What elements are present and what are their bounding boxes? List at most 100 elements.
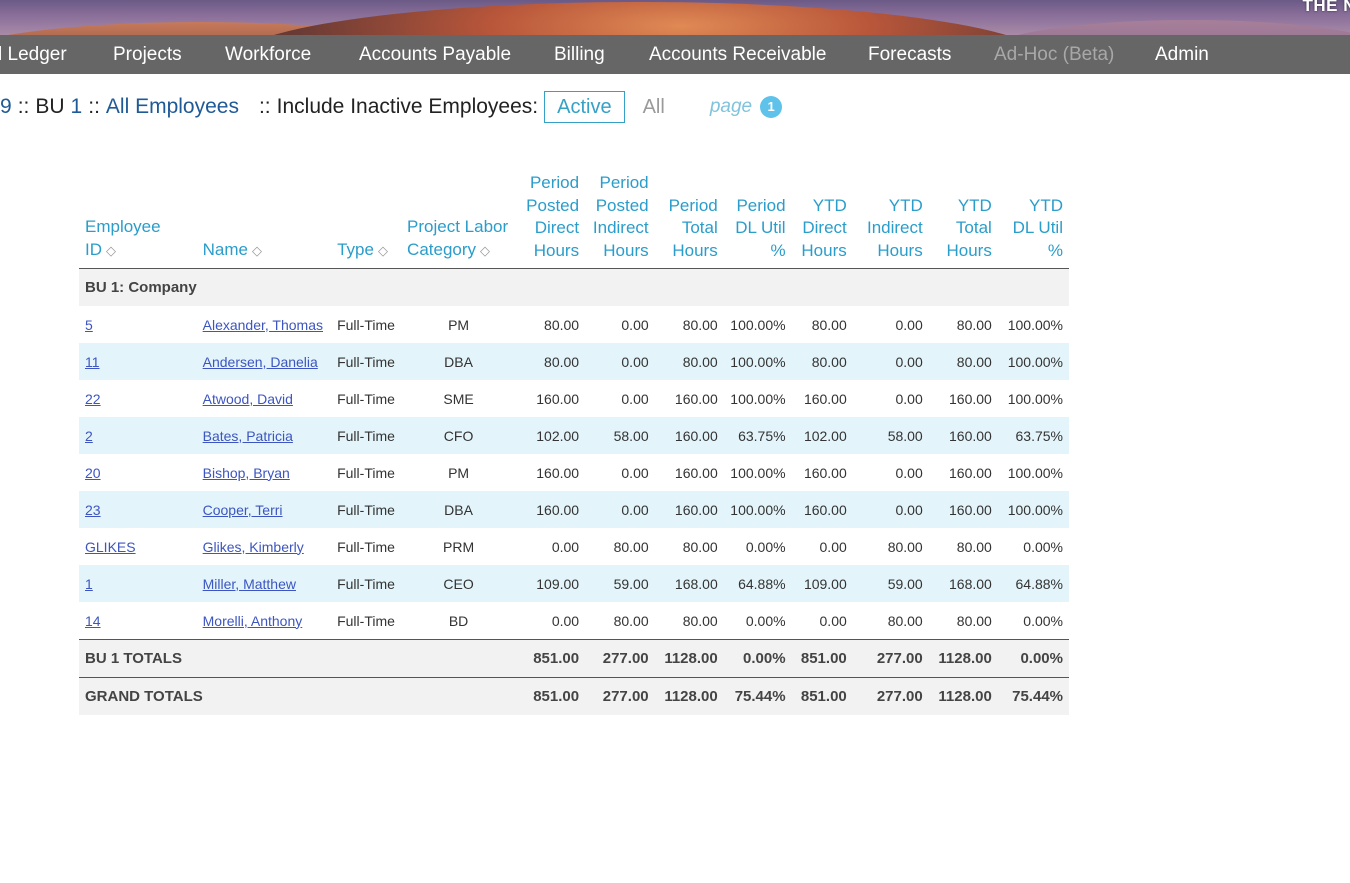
sort-updown-icon[interactable]: ◇ — [480, 243, 490, 258]
hours-cell-y-indirect: 80.00 — [887, 538, 923, 555]
page-label: page — [709, 96, 753, 117]
nav-item-forecasts[interactable]: Forecasts — [868, 35, 951, 74]
employee-name-cell: Atwood, David — [197, 380, 331, 417]
col-header-ytd-direct: YTD Direct Hours — [791, 172, 853, 269]
hours-cell-p-indirect: 59.00 — [585, 565, 655, 602]
total-cell-y-util: 75.44% — [997, 677, 1069, 715]
employee-name-link[interactable]: Morelli, Anthony — [203, 613, 303, 629]
hours-cell-y-indirect: 0.00 — [895, 390, 923, 407]
total-cell-y-indirect: 277.00 — [852, 677, 929, 715]
employee-name-link[interactable]: Andersen, Danelia — [203, 354, 318, 370]
banner-landscape — [230, 2, 1050, 35]
labor-category: CEO — [401, 565, 517, 602]
banner-landscape — [980, 20, 1350, 35]
hours-cell-p-total: 160.00 — [654, 491, 724, 528]
hours-cell-p-indirect: 0.00 — [585, 343, 655, 380]
employee-name-link[interactable]: Atwood, David — [203, 391, 293, 407]
col-header-employee-id[interactable]: Employee ID ◇ — [79, 172, 197, 269]
employee-name-link[interactable]: Glikes, Kimberly — [203, 539, 304, 555]
total-cell-y-total: 1128.00 — [928, 639, 998, 678]
nav-item-accounts-receivable[interactable]: Accounts Receivable — [649, 35, 826, 74]
hours-cell-p-util: 100.00% — [723, 343, 792, 380]
sort-updown-icon[interactable]: ◇ — [378, 243, 388, 258]
employee-id-cell: 2 — [79, 417, 197, 454]
hours-cell-y-util: 0.00% — [1023, 538, 1063, 555]
labor-category: PM — [448, 464, 470, 481]
employee-id-link[interactable]: GLIKES — [85, 539, 136, 555]
employee-name-link[interactable]: Cooper, Terri — [203, 502, 283, 518]
hours-cell-y-total: 160.00 — [928, 417, 998, 454]
page-number-button[interactable]: 1 — [760, 96, 783, 118]
employee-id-cell: 23 — [79, 491, 197, 528]
col-header-period-direct: Period Posted Direct Hours — [516, 172, 586, 269]
filter-active-button[interactable]: Active — [544, 91, 625, 123]
sort-updown-icon[interactable]: ◇ — [252, 243, 262, 258]
hours-cell-p-indirect: 80.00 — [613, 538, 649, 555]
total-cell-y-util: 0.00% — [997, 639, 1069, 678]
hours-cell-y-total: 160.00 — [928, 491, 998, 528]
nav-item-general-ledger[interactable]: l Ledger — [0, 35, 67, 74]
sort-updown-icon[interactable]: ◇ — [106, 243, 116, 258]
col-header-type[interactable]: Type ◇ — [331, 172, 402, 269]
hours-cell-y-direct: 0.00 — [819, 538, 847, 555]
employee-name-cell: Morelli, Anthony — [197, 602, 331, 640]
hours-cell-p-direct: 80.00 — [544, 316, 580, 333]
employee-name-link[interactable]: Bishop, Bryan — [203, 465, 290, 481]
breadcrumb-bu-link[interactable]: 1 — [71, 95, 83, 119]
hours-cell-p-util: 100.00% — [730, 464, 786, 481]
labor-category: SME — [443, 390, 474, 407]
employee-name-link[interactable]: Alexander, Thomas — [203, 317, 323, 333]
col-header-period-util: Period DL Util % — [723, 172, 792, 269]
hours-cell-y-util: 100.00% — [1007, 464, 1063, 481]
employee-type: Full-Time — [337, 390, 395, 407]
employee-id-link[interactable]: 2 — [85, 428, 93, 444]
hours-cell-p-total: 80.00 — [682, 316, 718, 333]
brand-logo-text: THE N — [1302, 0, 1350, 15]
breadcrumb-employees-link[interactable]: All Employees — [106, 95, 239, 119]
hours-cell-p-direct: 109.00 — [516, 565, 586, 602]
total-cell-y-direct: 851.00 — [791, 677, 853, 715]
hours-cell-p-indirect: 0.00 — [585, 491, 655, 528]
employee-id-link[interactable]: 1 — [85, 576, 93, 592]
col-header-plc[interactable]: Project Labor Category ◇ — [401, 172, 517, 269]
hours-cell-y-total: 160.00 — [949, 464, 992, 481]
labor-category: PM — [448, 316, 470, 333]
employee-id-link[interactable]: 11 — [85, 354, 100, 370]
hours-cell-p-direct: 80.00 — [516, 343, 586, 380]
hours-cell-y-util: 100.00% — [1007, 390, 1063, 407]
nav-item-admin[interactable]: Admin — [1155, 35, 1209, 74]
hours-cell-p-total: 160.00 — [654, 417, 724, 454]
employee-id-link[interactable]: 20 — [85, 465, 101, 481]
employee-id-link[interactable]: 5 — [85, 317, 93, 333]
col-header-name[interactable]: Name ◇ — [196, 172, 332, 269]
hours-cell-p-direct: 160.00 — [536, 390, 580, 407]
employee-id-link[interactable]: 14 — [85, 613, 101, 629]
employee-name-link[interactable]: Bates, Patricia — [203, 428, 293, 444]
nav-item-projects[interactable]: Projects — [113, 35, 182, 74]
employee-id-link[interactable]: 22 — [85, 391, 101, 407]
nav-item-accounts-payable[interactable]: Accounts Payable — [359, 35, 511, 74]
filter-all-button[interactable]: All — [643, 96, 665, 119]
employee-id-cell: 20 — [79, 454, 197, 491]
hours-cell-p-direct: 160.00 — [516, 491, 586, 528]
hours-cell-p-total: 168.00 — [654, 565, 724, 602]
table-row: 1 Miller, Matthew Full-Time CEO 109.00 59.00 1… — [79, 565, 1069, 602]
table-row: 23 Cooper, Terri Full-Time DBA 160.00 0.00 160… — [79, 491, 1069, 528]
hours-cell-p-total: 160.00 — [674, 464, 718, 481]
hours-cell-y-total: 80.00 — [956, 316, 992, 333]
breadcrumb-period-link[interactable]: 9 — [0, 95, 12, 119]
employee-id-link[interactable]: 23 — [85, 502, 101, 518]
employee-id-cell: 14 — [79, 602, 197, 640]
employee-name-link[interactable]: Miller, Matthew — [203, 576, 296, 592]
total-cell-y-direct: 851.00 — [791, 639, 853, 678]
labor-category: BD — [448, 612, 469, 629]
nav-item-billing[interactable]: Billing — [554, 35, 605, 74]
hours-cell-y-util: 0.00% — [1023, 612, 1063, 629]
hours-cell-y-util: 64.88% — [997, 565, 1069, 602]
nav-item-workforce[interactable]: Workforce — [225, 35, 311, 74]
employee-type: Full-Time — [331, 343, 402, 380]
employee-type: Full-Time — [331, 491, 402, 528]
hours-cell-y-direct: 80.00 — [791, 343, 853, 380]
hours-cell-y-direct: 0.00 — [819, 612, 847, 629]
hours-cell-y-indirect: 0.00 — [852, 491, 929, 528]
